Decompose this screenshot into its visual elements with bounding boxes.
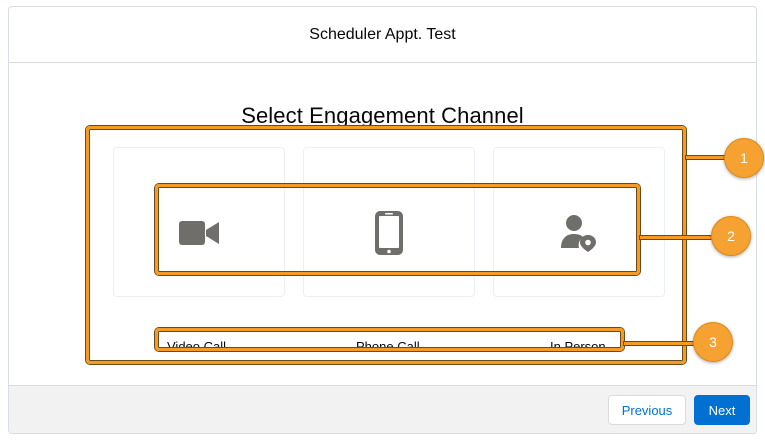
modal-footer: Previous Next [9,385,756,433]
channel-label-in-person[interactable]: In Person [550,339,606,354]
modal-window: Scheduler Appt. Test Select Engagement C… [8,6,757,434]
channel-label-video-call[interactable]: Video Call [167,339,226,354]
mobile-phone-icon [375,211,403,255]
channel-card-in-person[interactable] [493,147,665,297]
video-camera-icon [179,221,219,245]
modal-header: Scheduler Appt. Test [9,7,756,63]
previous-button[interactable]: Previous [608,395,686,425]
channel-card-video-call[interactable] [113,147,285,297]
callout-badge-1: 1 [724,138,764,178]
channel-card-phone-call[interactable] [303,147,475,297]
callout-badge-2: 2 [711,216,751,256]
next-button[interactable]: Next [694,395,750,425]
channel-label-phone-call[interactable]: Phone Call [356,339,420,354]
modal-title: Scheduler Appt. Test [309,25,456,43]
person-location-icon [561,215,596,252]
callout-badge-3: 3 [693,322,733,362]
page-title: Select Engagement Channel [241,103,524,128]
